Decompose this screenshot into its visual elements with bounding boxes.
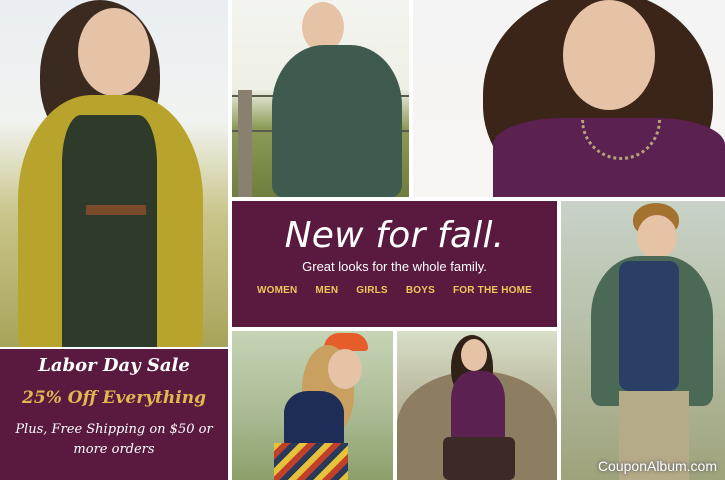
nav-link-for-the-home[interactable]: FOR THE HOME [453,285,532,296]
sale-details: Plus, Free Shipping on $50 or more order… [15,422,213,457]
category-nav: WOMEN MEN GIRLS BOYS FOR THE HOME [232,285,557,296]
photo-man-plaid-shirt[interactable] [232,0,409,197]
face-shape [78,8,150,96]
navy-sweater-shape [284,391,344,446]
plaid-shirt-shape [272,45,402,197]
floral-dress-shape [62,115,157,347]
photo-girl-orange-hat[interactable] [232,331,393,480]
photo-woman-purple-top[interactable] [413,0,725,197]
sale-banner[interactable]: Labor Day Sale 25% Off Everything Plus, … [0,349,228,480]
photo-woman-mustard-cardigan[interactable] [0,0,228,347]
promo-panel: New for fall. Great looks for the whole … [232,201,557,327]
belt-shape [86,205,146,215]
face-shape [461,339,487,371]
nav-link-women[interactable]: WOMEN [257,285,297,296]
nav-link-men[interactable]: MEN [315,285,338,296]
nav-link-boys[interactable]: BOYS [406,285,435,296]
promo-subtitle: Great looks for the whole family. [302,259,487,274]
nav-link-girls[interactable]: GIRLS [356,285,388,296]
face-shape [637,215,677,259]
sale-offer: 25% Off Everything [22,388,206,408]
striped-skirt-shape [274,443,348,480]
face-shape [328,349,362,389]
vest-shape [619,261,679,391]
watermark: CouponAlbum.com [597,458,717,474]
promo-title: New for fall. [284,215,505,256]
sale-headline: Labor Day Sale [38,355,190,376]
photo-woman-in-tree[interactable] [397,331,557,480]
photo-boy-plaid-vest[interactable] [561,201,725,480]
face-shape [563,0,655,110]
dress-shape [443,437,515,480]
fence-post [238,90,252,197]
purple-cardigan-shape [451,371,505,441]
